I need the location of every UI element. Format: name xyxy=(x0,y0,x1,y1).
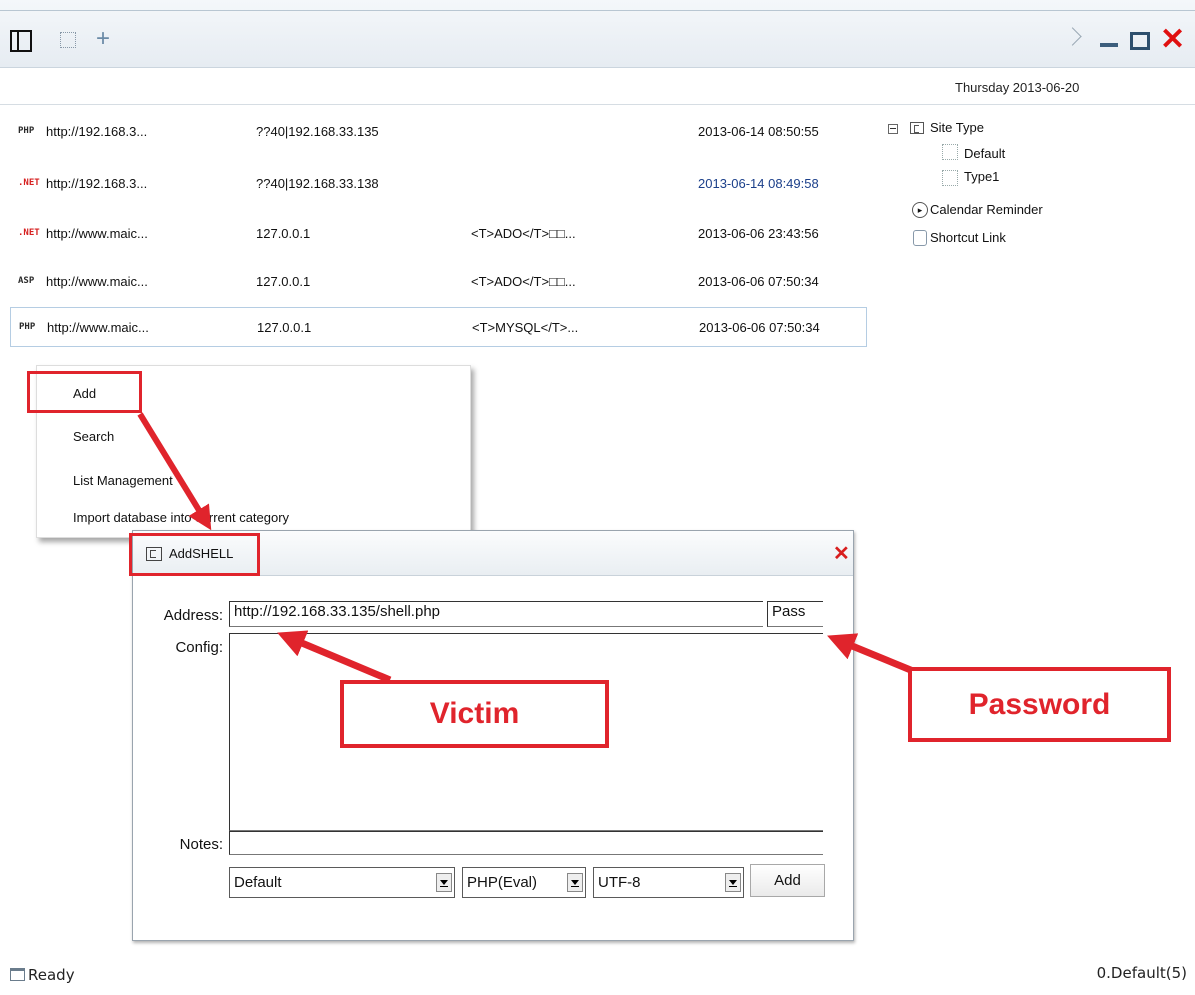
annotation-arrows xyxy=(137,412,937,684)
status-category-count: 0.Default(5) xyxy=(1096,964,1187,982)
password-callout: Password xyxy=(908,667,1171,742)
status-text: Ready xyxy=(28,966,75,984)
arrow-victim xyxy=(277,630,392,684)
victim-callout: Victim xyxy=(340,680,609,748)
arrow-add-to-dialog xyxy=(137,412,212,531)
status-icon xyxy=(10,968,25,981)
